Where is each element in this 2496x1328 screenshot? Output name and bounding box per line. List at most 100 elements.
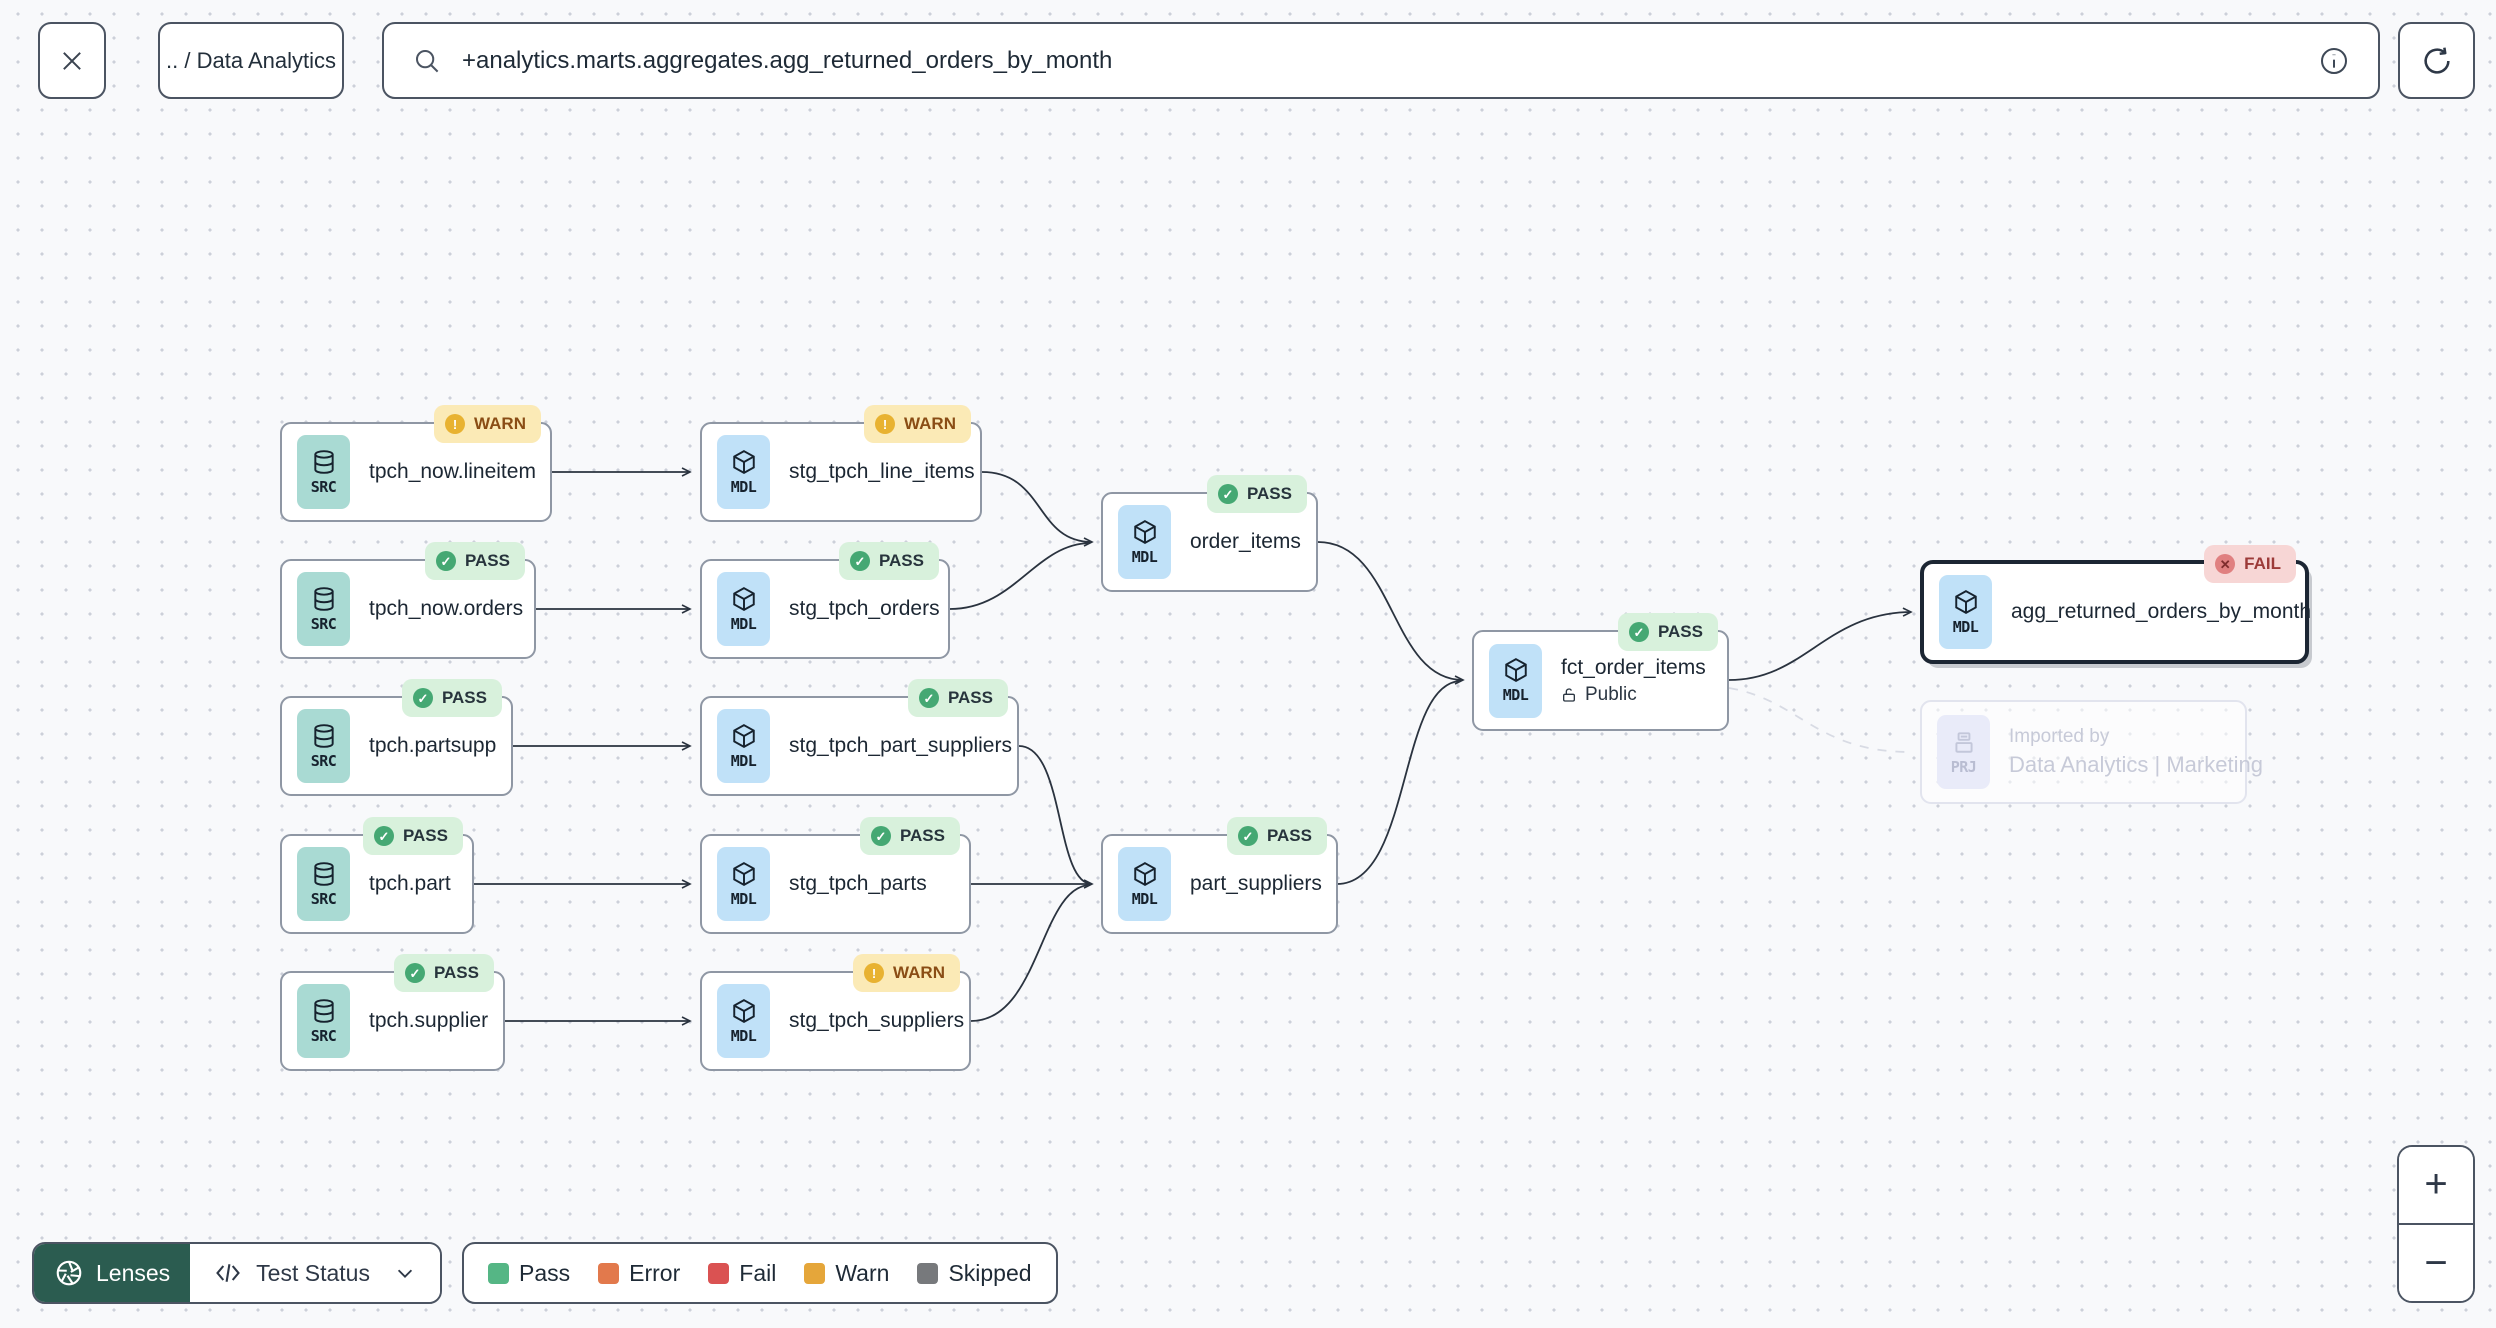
status-badge-label: PASS: [947, 688, 993, 707]
node-agg-returned-orders-by-month[interactable]: ✕ FAIL MDL agg_returned_orders_by_month: [1920, 545, 2311, 664]
cube-icon: [732, 449, 755, 474]
lens-selector[interactable]: Test Status: [190, 1244, 440, 1302]
status-badge: ✓ PASS: [1617, 613, 1718, 651]
node-tpch-partsupp[interactable]: ✓ PASS SRC tpch.partsupp: [280, 679, 513, 796]
status-badge-label: PASS: [1657, 622, 1703, 641]
check-icon: ✓: [870, 826, 891, 846]
close-icon: [63, 51, 81, 70]
check-icon: ✓: [435, 551, 456, 571]
lenses-label: Lenses: [96, 1259, 171, 1286]
info-icon[interactable]: [2318, 45, 2350, 77]
zoom-in-button[interactable]: +: [2399, 1147, 2473, 1223]
check-icon: ✓: [1628, 622, 1649, 642]
node-tpch-now-lineitem[interactable]: ! WARN SRC tpch_now.lineitem: [280, 405, 552, 522]
legend-label: Pass: [519, 1259, 571, 1286]
cube-icon: [732, 723, 755, 748]
node-label: stg_tpch_line_items: [789, 460, 975, 483]
breadcrumb[interactable]: .. / Data Analytics: [158, 22, 344, 99]
model-chip: MDL: [717, 847, 770, 921]
node-label: part_suppliers: [1190, 872, 1322, 895]
imported-by-projects: Data Analytics | Marketing: [2009, 752, 2263, 777]
legend-item-error: Error: [598, 1260, 680, 1287]
fail-swatch: [708, 1262, 730, 1284]
legend-label: Error: [629, 1259, 681, 1286]
search-icon: [416, 49, 439, 72]
status-badge: ✓ PASS: [424, 542, 525, 580]
node-label: tpch_now.orders: [369, 597, 524, 620]
node-order-items[interactable]: ✓ PASS MDL order_items: [1101, 475, 1318, 592]
chip-label: MDL: [730, 889, 757, 908]
check-icon: ✓: [849, 551, 870, 571]
chip-label: MDL: [1502, 686, 1529, 704]
chip-label: MDL: [1131, 547, 1158, 566]
node-stg-tpch-part-suppliers[interactable]: ✓ PASS MDL stg_tpch_part_suppliers: [700, 679, 1019, 796]
refresh-icon: [2423, 46, 2450, 74]
status-badge: ✕ FAIL: [2204, 545, 2296, 583]
legend-label: Fail: [739, 1259, 777, 1286]
source-chip: SRC: [297, 984, 350, 1058]
chip-label: SRC: [310, 614, 337, 633]
node-stg-tpch-suppliers[interactable]: ! WARN MDL stg_tpch_suppliers: [700, 954, 971, 1071]
source-chip: SRC: [297, 572, 350, 646]
cube-icon: [1133, 861, 1156, 886]
model-chip: MDL: [717, 435, 770, 509]
source-chip: SRC: [297, 709, 350, 783]
error-swatch: [598, 1262, 620, 1284]
model-chip: MDL: [1118, 505, 1171, 579]
model-chip: MDL: [717, 709, 770, 783]
warn-swatch: [804, 1262, 826, 1284]
node-label: stg_tpch_orders: [789, 597, 940, 620]
warn-icon: !: [875, 414, 896, 434]
status-badge: ! WARN: [853, 954, 960, 992]
database-icon: [313, 723, 334, 748]
status-badge: ! WARN: [434, 405, 541, 443]
close-button[interactable]: [38, 22, 106, 99]
project-icon: [1954, 731, 1973, 753]
legend-label: Skipped: [948, 1259, 1032, 1286]
aperture-icon: [56, 1260, 82, 1286]
unlock-icon: [1563, 687, 1575, 702]
check-icon: ✓: [1237, 826, 1258, 846]
node-tpch-now-orders[interactable]: ✓ PASS SRC tpch_now.orders: [280, 542, 536, 659]
lenses-button[interactable]: Lenses: [34, 1244, 191, 1302]
zoom-out-button[interactable]: −: [2399, 1225, 2473, 1301]
chip-label: PRJ: [1950, 757, 1977, 776]
node-label: order_items: [1190, 530, 1301, 553]
node-part-suppliers[interactable]: ✓ PASS MDL part_suppliers: [1101, 817, 1338, 934]
database-icon: [313, 998, 334, 1023]
chip-label: MDL: [1952, 617, 1979, 636]
model-chip: MDL: [717, 984, 770, 1058]
node-fct-order-items[interactable]: ✓ PASS MDL fct_order_items Public: [1472, 613, 1729, 731]
search-input[interactable]: [462, 46, 2298, 75]
chip-label: SRC: [310, 751, 337, 770]
search-bar[interactable]: [382, 22, 2380, 99]
node-tpch-part[interactable]: ✓ PASS SRC tpch.part: [280, 817, 474, 934]
lineage-canvas[interactable]: ! WARN SRC tpch_now.lineitem ! WARN MDL …: [0, 0, 2496, 1328]
database-icon: [313, 449, 334, 474]
node-stg-tpch-orders[interactable]: ✓ PASS MDL stg_tpch_orders: [700, 542, 950, 659]
status-badge-label: PASS: [441, 688, 487, 707]
status-badge-label: PASS: [433, 963, 479, 982]
node-stg-tpch-line-items[interactable]: ! WARN MDL stg_tpch_line_items: [700, 405, 982, 522]
legend-item-fail: Fail: [708, 1260, 776, 1287]
node-label: stg_tpch_parts: [789, 872, 927, 895]
fail-icon: ✕: [2215, 554, 2236, 574]
node-stg-tpch-parts[interactable]: ✓ PASS MDL stg_tpch_parts: [700, 817, 971, 934]
zoom-control: + −: [2397, 1145, 2475, 1303]
refresh-button[interactable]: [2398, 22, 2475, 99]
access-label: Public: [1585, 683, 1637, 705]
status-badge: ✓ PASS: [1226, 817, 1327, 855]
warn-icon: !: [445, 414, 466, 434]
legend-item-skipped: Skipped: [917, 1259, 1032, 1287]
legend-item-warn: Warn: [804, 1260, 889, 1287]
check-icon: ✓: [412, 688, 433, 708]
node-imported-by-project[interactable]: PRJ Imported by Data Analytics | Marketi…: [1920, 700, 2263, 804]
imported-by-caption: Imported by: [2009, 726, 2110, 747]
status-badge: ✓ PASS: [838, 542, 939, 580]
node-tpch-supplier[interactable]: ✓ PASS SRC tpch.supplier: [280, 954, 505, 1071]
chip-label: MDL: [730, 477, 757, 496]
status-badge: ✓ PASS: [859, 817, 960, 855]
status-badge-label: PASS: [464, 551, 510, 570]
chip-label: MDL: [730, 1026, 757, 1045]
check-icon: ✓: [373, 826, 394, 846]
